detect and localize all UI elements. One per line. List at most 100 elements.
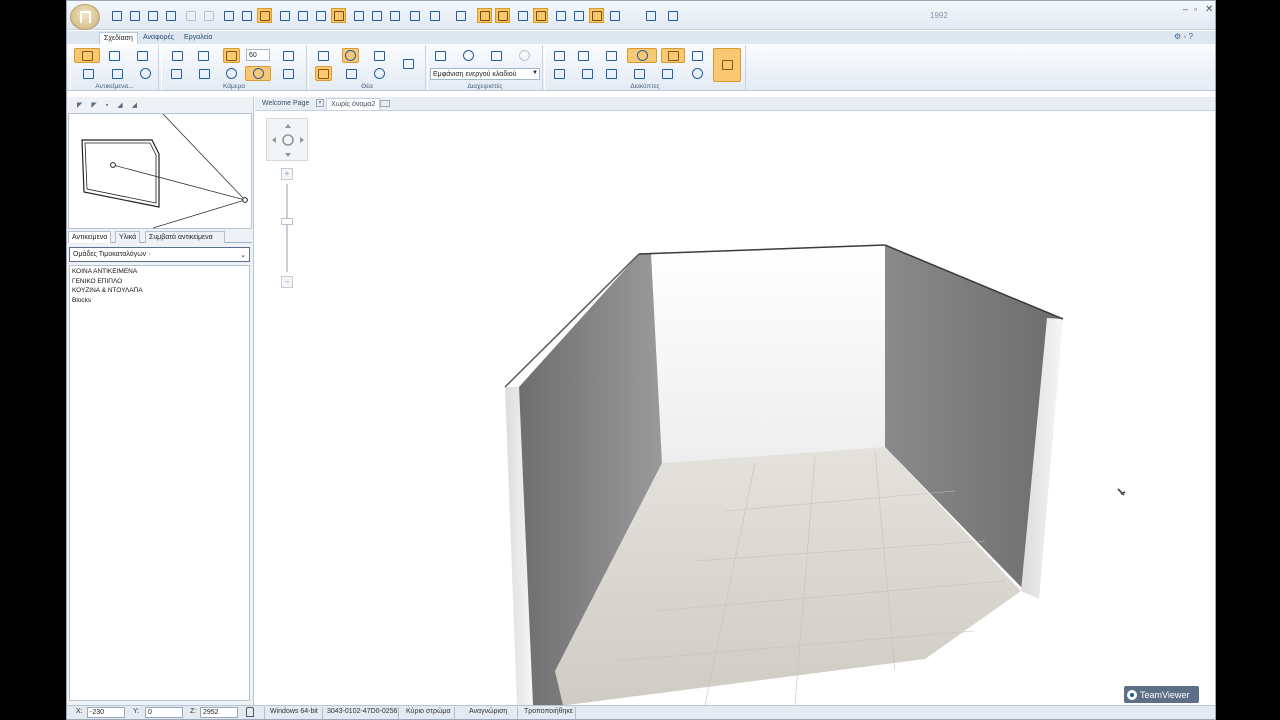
lock-icon[interactable] bbox=[246, 707, 254, 717]
redo-icon[interactable] bbox=[201, 8, 216, 23]
director-chair-icon[interactable] bbox=[280, 48, 297, 63]
shape-icon[interactable] bbox=[387, 8, 402, 23]
open-icon[interactable] bbox=[127, 8, 142, 23]
tab-compatible-objects[interactable]: Συμβατά αντικείμενα bbox=[145, 231, 225, 243]
grid-icon[interactable] bbox=[371, 48, 388, 63]
texture-icon[interactable] bbox=[460, 48, 477, 63]
undo-icon[interactable] bbox=[183, 8, 198, 23]
film-icon[interactable] bbox=[280, 66, 297, 81]
layers-icon[interactable] bbox=[432, 48, 449, 63]
3d-viewport[interactable]: + – TeamViewer bbox=[255, 111, 1215, 705]
eye-icon[interactable] bbox=[627, 48, 657, 63]
plan-minimap[interactable] bbox=[68, 113, 252, 229]
layer-display-select[interactable]: Εμφάνιση ενεργού κλαδιού ▼ bbox=[430, 68, 540, 80]
box-icon[interactable] bbox=[453, 8, 468, 23]
no-snap-icon[interactable] bbox=[342, 48, 359, 63]
pick-icon[interactable] bbox=[239, 8, 254, 23]
document-icon[interactable] bbox=[488, 48, 505, 63]
frame-icon[interactable] bbox=[134, 48, 151, 63]
layers-icon[interactable] bbox=[295, 8, 310, 23]
section-icon[interactable] bbox=[315, 66, 332, 81]
catalog-group-select[interactable]: Ομάδες Τιμοκαταλόγων › ⌄ bbox=[69, 247, 250, 262]
list-icon[interactable] bbox=[313, 8, 328, 23]
box-select-icon[interactable] bbox=[689, 48, 706, 63]
cut-icon[interactable] bbox=[477, 8, 492, 23]
grid-icon[interactable] bbox=[369, 8, 384, 23]
minimize-button[interactable]: – bbox=[1183, 4, 1188, 14]
tab-design[interactable]: Σχεδίαση bbox=[99, 32, 138, 44]
brush-icon[interactable] bbox=[713, 48, 741, 82]
tab-untitled2[interactable]: Χωρίς όνομα2 bbox=[326, 98, 381, 110]
restore-button[interactable]: ▫ bbox=[1194, 4, 1197, 14]
object-icon[interactable] bbox=[589, 8, 604, 23]
tab-objects[interactable]: Αντικείμενα bbox=[68, 231, 112, 243]
tab-welcome-page[interactable]: Welcome Page bbox=[258, 98, 313, 110]
shape-icon[interactable] bbox=[109, 66, 126, 81]
no-snap-icon[interactable] bbox=[257, 8, 272, 23]
snapshot-icon[interactable] bbox=[168, 66, 185, 81]
cube-icon[interactable] bbox=[223, 48, 240, 63]
x-coordinate-input[interactable]: -230 bbox=[87, 707, 125, 718]
home-icon[interactable] bbox=[195, 48, 212, 63]
bulb-icon[interactable] bbox=[137, 66, 154, 81]
door-icon[interactable] bbox=[553, 8, 568, 23]
frame-icon[interactable] bbox=[655, 66, 679, 81]
2d-icon[interactable] bbox=[515, 8, 530, 23]
application-menu-button[interactable] bbox=[70, 4, 100, 30]
help-icons[interactable]: ⚙ ◦ ? bbox=[1174, 32, 1193, 41]
z-coordinate-input[interactable]: 2952 bbox=[200, 707, 238, 718]
tab-materials[interactable]: Υλικά bbox=[115, 231, 141, 243]
pencil-icon[interactable] bbox=[80, 66, 97, 81]
y-coordinate-input[interactable]: 0 bbox=[145, 707, 183, 718]
close-button[interactable]: ✕ bbox=[1205, 4, 1213, 15]
offset-icon[interactable] bbox=[603, 66, 620, 81]
mirror-icon[interactable] bbox=[575, 66, 599, 81]
print-icon[interactable] bbox=[221, 8, 236, 23]
pin-icon[interactable] bbox=[380, 100, 390, 107]
list-item[interactable]: ΚΟΙΝΑ ΑΝΤΙΚΕΙΜΕΝΑ bbox=[70, 268, 249, 278]
new-icon[interactable] bbox=[109, 8, 124, 23]
object-icon[interactable] bbox=[74, 48, 100, 63]
user-icon[interactable] bbox=[665, 8, 680, 23]
camera-position[interactable] bbox=[242, 197, 248, 203]
list-item[interactable]: ΓΕΝΙΚΟ ΕΠΙΠΛΟ bbox=[70, 278, 249, 288]
tab-tools[interactable]: Εργαλεία bbox=[180, 32, 216, 44]
perspective-icon[interactable] bbox=[223, 66, 240, 81]
target-icon[interactable] bbox=[689, 66, 706, 81]
rotate-icon[interactable] bbox=[575, 48, 592, 63]
list-item[interactable]: ΚΟΥΖΙΝΑ & ΝΤΟΥΛΑΠΑ bbox=[70, 287, 249, 297]
zoom-icon[interactable] bbox=[371, 66, 388, 81]
measure-icon[interactable] bbox=[331, 8, 346, 23]
clapper-icon[interactable] bbox=[315, 48, 332, 63]
distribute-icon[interactable] bbox=[661, 48, 685, 63]
move-icon[interactable] bbox=[551, 48, 568, 63]
tab-reports[interactable]: Αναφορές bbox=[139, 32, 178, 44]
house-icon[interactable] bbox=[571, 8, 586, 23]
panel-toolbar[interactable]: ◤◤▪◢◢ bbox=[77, 101, 146, 109]
close-icon[interactable]: × bbox=[316, 99, 324, 107]
view-icon[interactable] bbox=[427, 8, 442, 23]
rotate-icon[interactable] bbox=[339, 66, 363, 81]
list-item[interactable]: Blocks bbox=[70, 297, 249, 307]
light-icon[interactable] bbox=[407, 8, 422, 23]
camera-target[interactable] bbox=[110, 162, 116, 168]
align-icon[interactable] bbox=[599, 48, 623, 63]
ruler-icon[interactable] bbox=[351, 8, 366, 23]
house-icon[interactable] bbox=[196, 66, 213, 81]
save-icon[interactable] bbox=[145, 8, 160, 23]
camera-icon[interactable] bbox=[165, 48, 189, 63]
select-icon[interactable] bbox=[607, 8, 622, 23]
section-icon[interactable] bbox=[495, 8, 510, 23]
light-icon[interactable] bbox=[245, 66, 271, 81]
rect-icon[interactable] bbox=[627, 66, 651, 81]
3d-icon[interactable] bbox=[533, 8, 548, 23]
play-icon[interactable] bbox=[277, 8, 292, 23]
tag-icon[interactable] bbox=[643, 8, 658, 23]
add-icon[interactable] bbox=[551, 66, 568, 81]
bulb-icon[interactable] bbox=[516, 48, 533, 63]
display-mode-icon[interactable] bbox=[395, 55, 421, 72]
pencil-icon[interactable] bbox=[163, 8, 178, 23]
ribbon-tabbar: Σχεδίαση Αναφορές Εργαλεία ⚙ ◦ ? bbox=[67, 31, 1215, 44]
copy-icon[interactable] bbox=[106, 48, 123, 63]
camera-angle-input[interactable]: 60 bbox=[246, 49, 270, 61]
